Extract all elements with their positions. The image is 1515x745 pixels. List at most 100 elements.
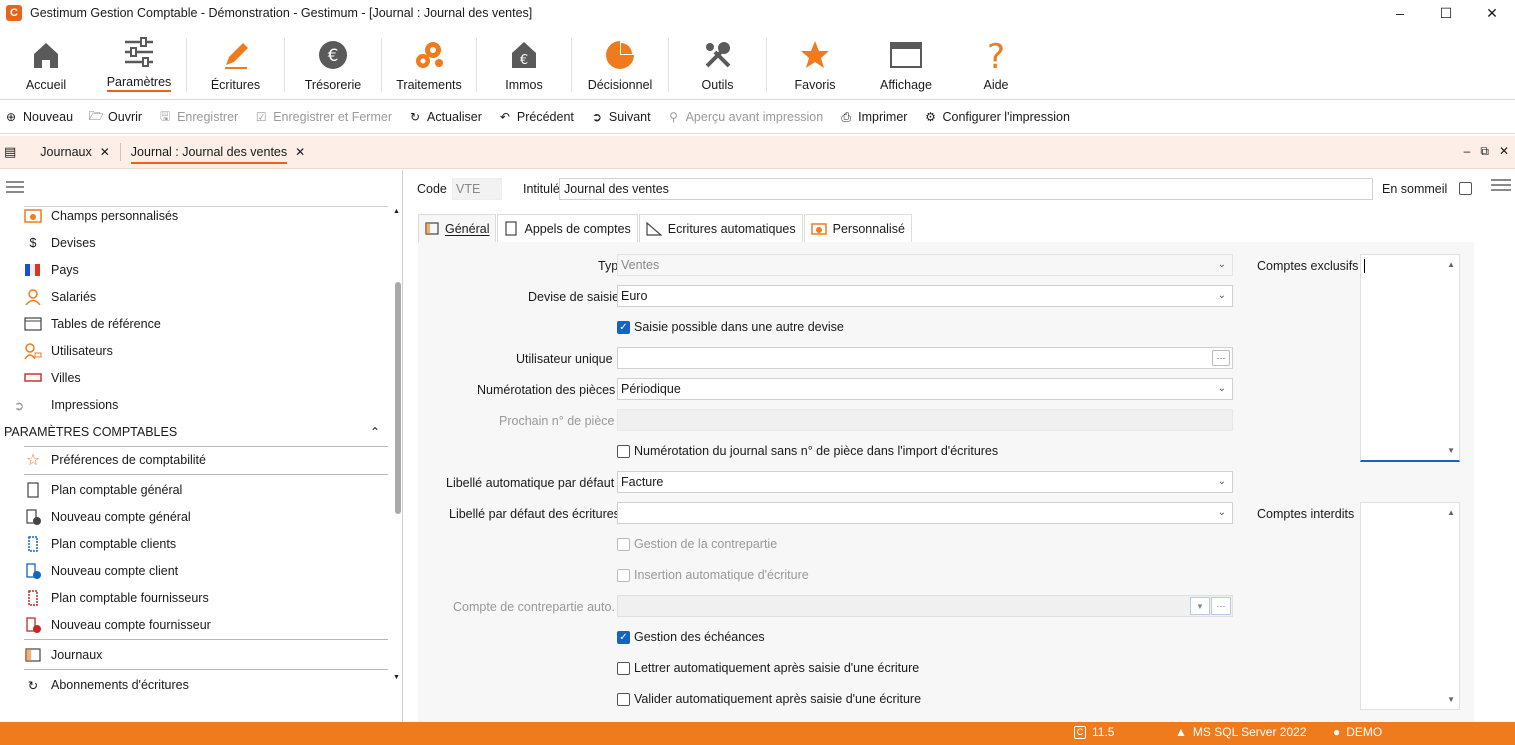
ribbon-traitements[interactable]: Traitements [382, 26, 476, 100]
scroll-down-icon[interactable]: ▼ [1447, 446, 1455, 455]
dropdown-arrow-icon[interactable]: ▼ [1190, 597, 1210, 615]
sidebar-item-nouveau-fournisseur[interactable]: Nouveau compte fournisseur [24, 615, 211, 635]
print-config-button[interactable]: ⚙ Configurer l'impression [923, 110, 1070, 124]
lettrer-auto-checkbox[interactable]: Lettrer automatiquement après saisie d'u… [617, 661, 919, 675]
open-button[interactable]: 🗁 Ouvrir [89, 109, 142, 125]
comptes-interdits-label: Comptes interdits [1257, 507, 1355, 521]
minimize-button[interactable]: – [1377, 0, 1423, 26]
scroll-up-icon[interactable]: ▲ [1447, 260, 1455, 269]
recurring-icon: ↻ [27, 678, 39, 693]
devise-select[interactable]: Euro ⌄ [617, 285, 1233, 307]
libelle-ecritures-select[interactable]: ⌄ [617, 502, 1233, 524]
pencil-icon [220, 38, 252, 72]
close-doc-icon[interactable]: ✕ [1499, 144, 1509, 159]
scroll-down-icon[interactable]: ▼ [1447, 695, 1455, 704]
insertion-auto-checkbox[interactable]: Insertion automatique d'écriture [617, 568, 809, 582]
utilisateur-input[interactable]: ··· [617, 347, 1233, 369]
valider-auto-checkbox[interactable]: Valider automatiquement après saisie d'u… [617, 692, 921, 706]
save-button[interactable]: 🖫 Enregistrer [158, 109, 238, 125]
chevron-up-icon[interactable]: ⌃ [370, 425, 380, 439]
tab-ecritures-auto[interactable]: Ecritures automatiques [638, 214, 803, 242]
tab-personnalise[interactable]: Personnalisé [803, 214, 912, 242]
hamburger-menu-icon[interactable] [6, 180, 24, 197]
scroll-up-icon[interactable]: ▲ [1447, 508, 1455, 517]
print-preview-button[interactable]: ⚲ Aperçu avant impression [667, 110, 823, 124]
ribbon-parametres[interactable]: Paramètres [92, 26, 186, 100]
person-icon [24, 289, 42, 305]
prochain-input[interactable] [617, 409, 1233, 431]
comptes-interdits-list[interactable]: ▲ ▼ [1360, 502, 1460, 710]
new-button[interactable]: ⊕ Nouveau [4, 110, 73, 124]
sidebar-item-impressions[interactable]: ➲ Impressions [10, 395, 119, 415]
tab-journaux[interactable]: Journaux ✕ [30, 136, 120, 169]
sidebar-item-abonnements[interactable]: ↻ Abonnements d'écritures [24, 675, 189, 695]
saisie-autre-devise-checkbox[interactable]: ✓ Saisie possible dans une autre devise [617, 320, 844, 334]
scroll-up-icon[interactable]: ▲ [393, 208, 400, 215]
minimize-doc-icon[interactable]: – [1464, 144, 1471, 159]
code-input[interactable]: VTE [452, 178, 502, 200]
window-icon [890, 38, 922, 72]
close-tab-icon[interactable]: ✕ [100, 145, 110, 159]
sommeil-checkbox[interactable] [1459, 182, 1476, 195]
ellipsis-button[interactable]: ··· [1212, 350, 1230, 366]
sidebar-item-nouveau-client[interactable]: Nouveau compte client [24, 561, 178, 581]
pie-chart-icon [604, 38, 636, 72]
next-button[interactable]: ➲ Suivant [590, 110, 651, 124]
question-icon: ? [980, 38, 1012, 72]
libelle-auto-select[interactable]: Facture ⌄ [617, 471, 1233, 493]
sidebar-item-pays[interactable]: Pays [24, 260, 79, 280]
sidebar-item-plan-general[interactable]: Plan comptable général [24, 480, 182, 500]
sidebar-item-journaux[interactable]: Journaux [24, 645, 102, 665]
ribbon-favoris[interactable]: Favoris [767, 26, 863, 100]
gestion-echeances-checkbox[interactable]: ✓ Gestion des échéances [617, 630, 765, 644]
sidebar-item-plan-clients[interactable]: Plan comptable clients [24, 534, 176, 554]
arrow-left-circle-icon: ↶ [499, 110, 510, 124]
scroll-down-icon[interactable]: ▼ [393, 674, 400, 681]
sidebar-scrollbar[interactable]: ▲ [390, 202, 402, 686]
numerotation-import-checkbox[interactable]: Numérotation du journal sans n° de pièce… [617, 444, 998, 458]
sidebar-item-devises[interactable]: $ Devises [24, 233, 96, 253]
numerotation-select[interactable]: Périodique ⌄ [617, 378, 1233, 400]
maximize-button[interactable]: ☐ [1423, 0, 1469, 26]
close-button[interactable]: ✕ [1469, 0, 1515, 26]
intitule-label: Intitulé [523, 182, 560, 196]
sidebar-item-tables[interactable]: Tables de référence [24, 314, 161, 334]
ribbon-ecritures[interactable]: Écritures [187, 26, 284, 100]
ribbon-tresorerie[interactable]: € Trésorerie [285, 26, 381, 100]
comptes-exclusifs-list[interactable]: ▲ ▼ [1360, 254, 1460, 462]
tab-appels[interactable]: Appels de comptes [497, 214, 638, 242]
hamburger-menu-right-icon[interactable] [1491, 178, 1511, 195]
ribbon-outils[interactable]: Outils [669, 26, 766, 100]
tab-journal-ventes[interactable]: Journal : Journal des ventes ✕ [121, 136, 315, 169]
print-button[interactable]: ⎙ Imprimer [839, 110, 907, 125]
sidebar-item-preferences[interactable]: ☆ Préférences de comptabilité [24, 450, 206, 470]
compte-contrepartie-label: Compte de contrepartie auto. [453, 600, 615, 614]
sidebar-item-salaries[interactable]: Salariés [24, 287, 96, 307]
ribbon-accueil[interactable]: Accueil [0, 26, 92, 100]
sidebar-item-plan-fournisseurs[interactable]: Plan comptable fournisseurs [24, 588, 209, 608]
tab-general[interactable]: Général [418, 214, 497, 242]
sidebar-item-champs[interactable]: Champs personnalisés [24, 206, 178, 226]
ribbon-decisionnel[interactable]: Décisionnel [572, 26, 668, 100]
ribbon-aide[interactable]: ? Aide [949, 26, 1043, 100]
scroll-thumb[interactable] [395, 282, 401, 514]
sidebar-item-villes[interactable]: Villes [24, 368, 81, 388]
save-close-button[interactable]: ☑ Enregistrer et Fermer [254, 110, 392, 124]
ellipsis-button[interactable]: ··· [1211, 597, 1231, 615]
close-tab-icon[interactable]: ✕ [295, 145, 305, 159]
sidebar-section-header[interactable]: PARAMÈTRES COMPTABLES ⌃ [4, 423, 388, 441]
arrow-circle-icon: ➲ [13, 398, 25, 413]
ribbon-immos[interactable]: € Immos [477, 26, 571, 100]
sidebar-item-nouveau-general[interactable]: Nouveau compte général [24, 507, 191, 527]
compte-contrepartie-input[interactable]: ▼ ··· [617, 595, 1233, 617]
type-select[interactable]: Ventes ⌄ [617, 254, 1233, 276]
preview-icon: ⚲ [669, 110, 678, 124]
gestion-contrepartie-checkbox[interactable]: Gestion de la contrepartie [617, 537, 777, 551]
previous-button[interactable]: ↶ Précédent [498, 110, 574, 124]
refresh-button[interactable]: ↻ Actualiser [408, 110, 482, 124]
restore-doc-icon[interactable]: ⧉ [1480, 144, 1489, 159]
prochain-label: Prochain n° de pièce [499, 414, 615, 428]
ribbon-affichage[interactable]: Affichage [863, 26, 949, 100]
sidebar-item-utilisateurs[interactable]: Utilisateurs [24, 341, 113, 361]
intitule-input[interactable]: Journal des ventes [559, 178, 1373, 200]
